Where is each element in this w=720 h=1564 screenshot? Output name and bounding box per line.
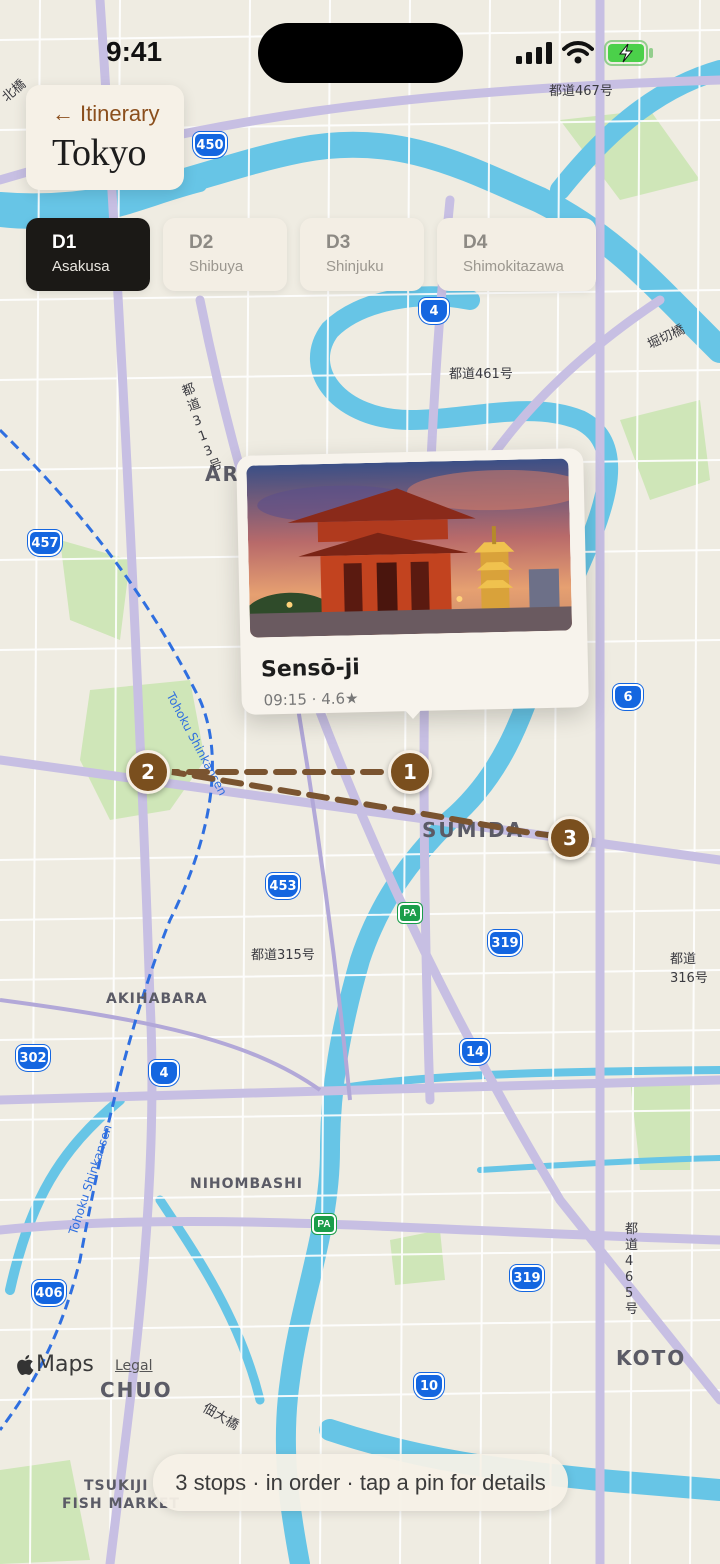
maps-brand-label: Maps	[36, 1352, 94, 1377]
stop-pin-3[interactable]: 3	[548, 816, 592, 860]
tab-area-label: Shimokitazawa	[463, 258, 564, 275]
status-icons	[516, 40, 654, 66]
tab-day-label: D4	[463, 232, 488, 253]
popup-pointer	[403, 708, 423, 719]
tab-day-3[interactable]: D3 Shinjuku	[300, 218, 424, 291]
tab-area-label: Asakusa	[52, 258, 110, 275]
meta-separator: ·	[311, 690, 322, 709]
stop-pin-1[interactable]: 1	[388, 750, 432, 794]
status-time: 9:41	[106, 36, 163, 67]
back-to-itinerary-link[interactable]: ← Itinerary	[52, 101, 184, 127]
day-tabs: D1 Asakusa D2 Shibuya D3 Shinjuku D4 Shi…	[26, 218, 596, 291]
tab-area-label: Shibuya	[189, 258, 244, 275]
tab-day-2[interactable]: D2 Shibuya	[163, 218, 287, 291]
route-segment	[171, 769, 573, 841]
place-meta: 09:15 · 4.6★	[263, 689, 358, 709]
senso-ji-photo	[246, 458, 573, 638]
place-photo	[246, 458, 573, 638]
tab-day-label: D1	[52, 232, 77, 253]
tab-area-label: Shinjuku	[326, 258, 384, 275]
place-rating: 4.6★	[321, 689, 359, 709]
back-label: Itinerary	[80, 101, 160, 126]
wifi-icon	[562, 41, 594, 64]
cellular-signal-icon	[516, 42, 552, 64]
dynamic-island	[258, 23, 463, 83]
arrow-left-icon: ←	[52, 101, 74, 126]
place-name: Sensō-ji	[260, 655, 361, 683]
page-title: Tokyo	[52, 132, 147, 174]
tab-day-label: D3	[326, 232, 351, 253]
apple-logo-icon	[17, 1354, 34, 1375]
maps-attribution: Maps	[16, 1352, 94, 1377]
visit-time: 09:15	[263, 690, 308, 710]
legal-link[interactable]: Legal	[115, 1358, 153, 1374]
tab-day-4[interactable]: D4 Shimokitazawa	[437, 218, 596, 291]
itinerary-header-card: ← Itinerary Tokyo	[26, 85, 184, 190]
battery-charging-icon	[604, 40, 653, 66]
stop-pin-2[interactable]: 2	[126, 750, 170, 794]
route-summary-pill: 3 stops · in order · tap a pin for detai…	[153, 1454, 568, 1511]
tab-day-label: D2	[189, 232, 214, 253]
place-popup-card[interactable]: Sensō-ji 09:15 · 4.6★	[236, 448, 589, 715]
tab-day-1[interactable]: D1 Asakusa	[26, 218, 150, 291]
